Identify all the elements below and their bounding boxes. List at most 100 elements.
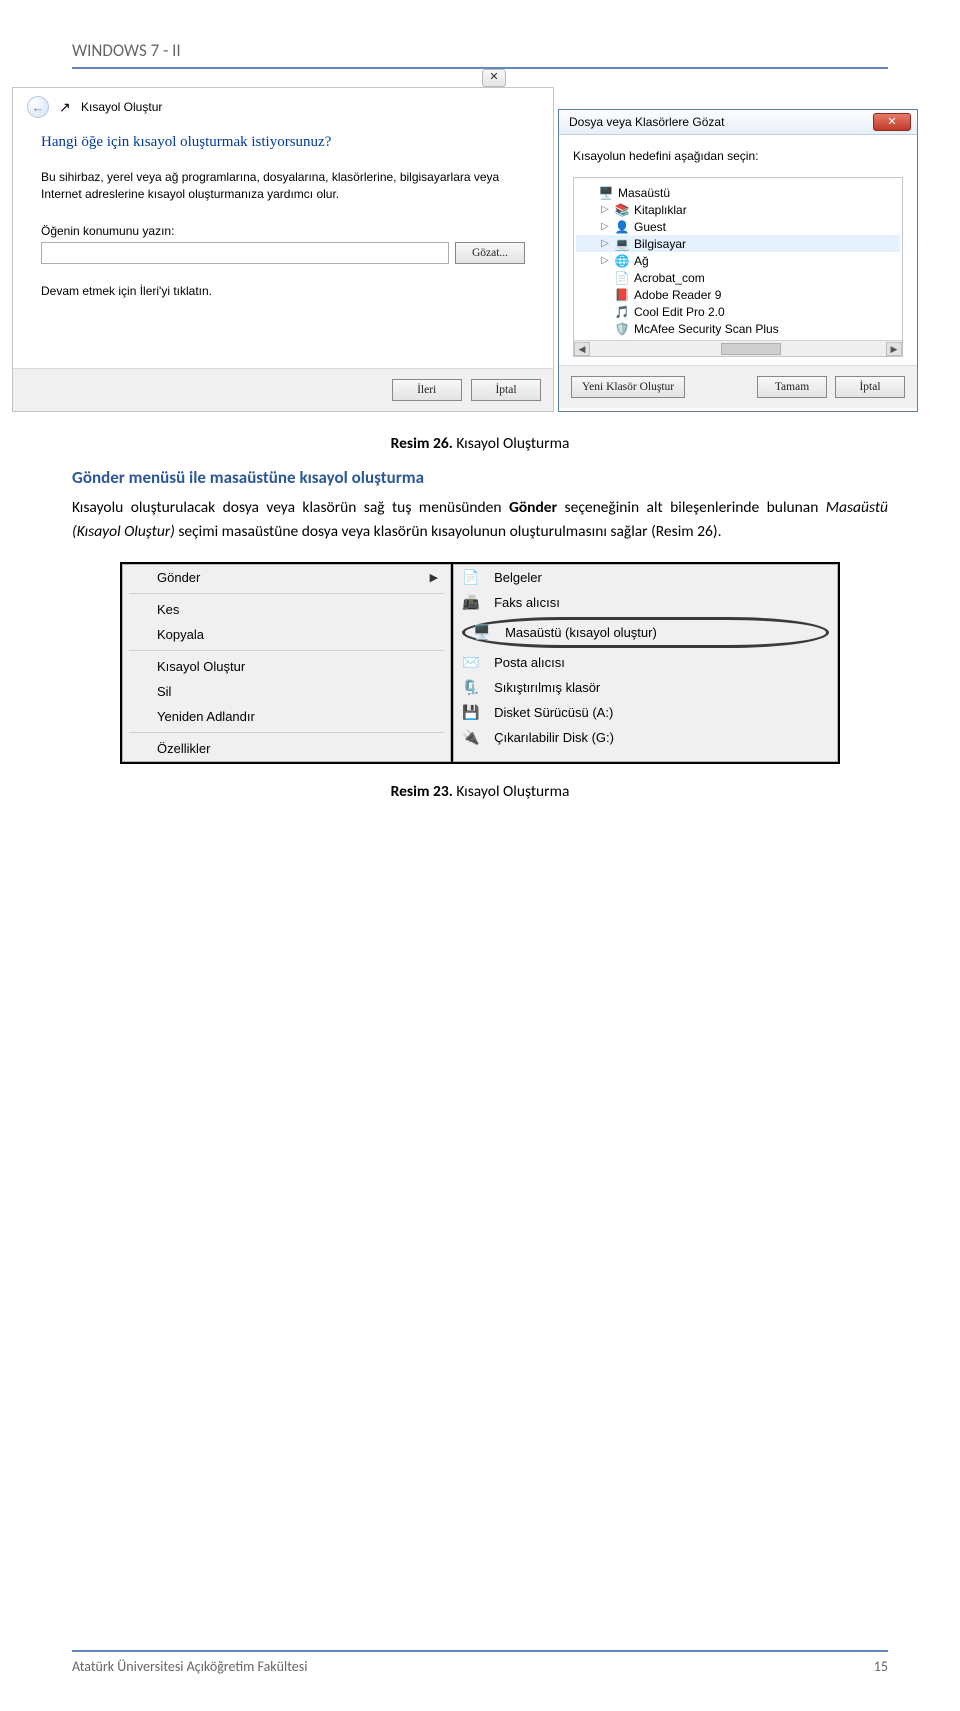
tree-twisty-icon[interactable]: ▷ — [600, 255, 610, 266]
tree-item[interactable]: 📄Acrobat_com — [576, 269, 900, 286]
context-menu-item[interactable]: Kısayol Oluştur — [123, 654, 450, 679]
tree-item-icon: 🛡️ — [614, 322, 630, 336]
menu-separator — [129, 732, 444, 733]
tree-item[interactable]: ▷ 📚 Kitaplıklar — [576, 201, 900, 218]
body-paragraph: Kısayolu oluşturulacak dosya veya klasör… — [72, 496, 888, 544]
menu-item-label: Kopyala — [157, 627, 204, 642]
menu-separator — [129, 650, 444, 651]
context-menu-item[interactable]: 📄Belgeler — [454, 565, 837, 590]
context-menu-item[interactable]: 🔌 Çıkarılabilir Disk (G:) — [454, 725, 837, 750]
menu-item-label: Gönder — [157, 570, 200, 585]
browse-dialog: Dosya veya Klasörlere Gözat ✕ Kısayolun … — [558, 109, 918, 412]
wizard-title: Kısayol Oluştur — [81, 100, 162, 114]
context-menu-item[interactable]: Kopyala — [123, 622, 450, 647]
close-icon[interactable]: ✕ — [873, 113, 911, 131]
context-menu-item[interactable]: ✉️ Posta alıcısı — [454, 650, 837, 675]
figure-row: ✕ ← ↗ Kısayol Oluştur Hangi öğe için kıs… — [12, 87, 948, 412]
menu-item-label: Yeniden Adlandır — [157, 709, 255, 724]
menu-item-icon: 🖥️ — [469, 620, 495, 645]
menu-separator — [129, 593, 444, 594]
tree-item-icon: 📚 — [614, 203, 630, 217]
shortcut-icon: ↗ — [59, 99, 75, 115]
menu-item-label: Kes — [157, 602, 179, 617]
menu-item-icon: 📄 — [458, 565, 484, 590]
menu-item-label: Disket Sürücüsü (A:) — [494, 705, 613, 720]
tree-item-icon: 👤 — [614, 220, 630, 234]
scroll-right-icon[interactable]: ▶ — [886, 342, 902, 356]
tree-item-label: Guest — [634, 220, 666, 234]
figure-caption: Resim 23. Kısayol Oluşturma — [72, 782, 888, 801]
tree-twisty-icon[interactable]: ▷ — [600, 238, 610, 249]
scroll-left-icon[interactable]: ◀ — [574, 342, 590, 356]
tree-item[interactable]: 🛡️ McAfee Security Scan Plus — [576, 320, 900, 337]
tree-twisty-icon[interactable]: ▷ — [600, 221, 610, 232]
browse-button[interactable]: Gözat... — [455, 242, 525, 264]
tree-item-label: Kitaplıklar — [634, 203, 687, 217]
menu-item-icon: ✉️ — [458, 650, 484, 675]
context-menu-item[interactable]: 🖥️ Masaüstü (kısayol oluştur) — [462, 617, 829, 648]
context-menu-left: Gönder ▶ Kes Kopyala Kısayol Oluştur Sil Yenid… — [122, 564, 451, 762]
tree-item-icon: 🎵 — [614, 305, 630, 319]
context-menu-item[interactable]: Gönder ▶ — [123, 565, 450, 590]
location-input[interactable] — [41, 242, 449, 264]
new-folder-button[interactable]: Yeni Klasör Oluştur — [571, 376, 685, 398]
tree-item-label: Ağ — [634, 254, 649, 268]
menu-item-label: Sıkıştırılmış klasör — [494, 680, 600, 695]
context-menu-item[interactable]: Özellikler — [123, 736, 450, 761]
menu-item-icon: 🗜️ — [458, 675, 484, 700]
tree-item-label: Adobe Reader 9 — [634, 288, 721, 302]
context-menu-item[interactable]: 🗜️ Sıkıştırılmış klasör — [454, 675, 837, 700]
tree-item-label: McAfee Security Scan Plus — [634, 322, 779, 336]
tree-item[interactable]: ▷ 🌐 Ağ — [576, 252, 900, 269]
menu-item-icon: 🔌 — [458, 725, 484, 750]
cancel-button[interactable]: İptal — [471, 379, 541, 401]
tree-item[interactable]: 🎵Cool Edit Pro 2.0 — [576, 303, 900, 320]
back-button[interactable]: ← — [27, 96, 49, 118]
menu-item-icon: 📠 — [458, 590, 484, 615]
tree-item[interactable]: 📕 Adobe Reader 9 — [576, 286, 900, 303]
wizard-description: Bu sihirbaz, yerel veya ağ programlarına… — [41, 169, 525, 204]
footer-left: Atatürk Üniversitesi Açıköğretim Fakülte… — [72, 1658, 307, 1675]
tree-item-label: Bilgisayar — [634, 237, 686, 251]
wizard-question: Hangi öğe için kısayol oluşturmak istiyo… — [41, 134, 525, 151]
menu-item-label: Kısayol Oluştur — [157, 659, 245, 674]
tree-twisty-icon[interactable]: ▷ — [600, 204, 610, 215]
menu-item-label: Özellikler — [157, 741, 210, 756]
context-menu-item[interactable]: Sil — [123, 679, 450, 704]
tree-item-icon: 🌐 — [614, 254, 630, 268]
submenu-arrow-icon: ▶ — [430, 571, 438, 584]
menu-item-label: Çıkarılabilir Disk (G:) — [494, 730, 614, 745]
folder-tree[interactable]: 🖥️Masaüstü ▷ 📚 Kitaplıklar ▷ 👤 Guest▷💻Bilgisay… — [573, 177, 903, 357]
tree-item-icon: 📕 — [614, 288, 630, 302]
context-menu-item[interactable]: Yeniden Adlandır — [123, 704, 450, 729]
close-icon[interactable]: ✕ — [482, 69, 506, 87]
ok-button[interactable]: Tamam — [757, 376, 827, 398]
tree-item-label: Masaüstü — [618, 186, 670, 200]
menu-item-label: Posta alıcısı — [494, 655, 565, 670]
scrollbar-horizontal[interactable]: ◀ ▶ — [574, 340, 902, 356]
scroll-thumb[interactable] — [721, 343, 781, 355]
context-menu-item[interactable]: 💾Disket Sürücüsü (A:) — [454, 700, 837, 725]
location-label: Öğenin konumunu yazın: — [41, 224, 525, 238]
tree-item[interactable]: ▷ 👤 Guest — [576, 218, 900, 235]
section-heading: Gönder menüsü ile masaüstüne kısayol olu… — [72, 467, 888, 488]
context-menu-item[interactable]: 📠Faks alıcısı — [454, 590, 837, 615]
browse-title: Dosya veya Klasörlere Gözat — [569, 115, 724, 129]
context-menu-right: 📄Belgeler📠Faks alıcısı 🖥️ Masaüstü (kısayo… — [453, 564, 838, 762]
create-shortcut-wizard: ← ↗ Kısayol Oluştur Hangi öğe için kısay… — [12, 87, 554, 412]
tree-item-icon: 📄 — [614, 271, 630, 285]
page-header: WINDOWS 7 - II — [72, 40, 888, 69]
menu-item-label: Masaüstü (kısayol oluştur) — [505, 625, 657, 640]
context-menu-figure: Gönder ▶ Kes Kopyala Kısayol Oluştur Sil Yenid… — [120, 562, 840, 764]
next-button[interactable]: İleri — [392, 379, 462, 401]
tree-item[interactable]: ▷💻Bilgisayar — [576, 235, 900, 252]
page-footer: Atatürk Üniversitesi Açıköğretim Fakülte… — [72, 1650, 888, 1675]
cancel-button[interactable]: İptal — [835, 376, 905, 398]
tree-item[interactable]: 🖥️Masaüstü — [576, 184, 900, 201]
page-number: 15 — [874, 1658, 888, 1675]
arrow-left-icon: ← — [32, 100, 45, 115]
context-menu-item[interactable]: Kes — [123, 597, 450, 622]
wizard-hint: Devam etmek için İleri'yi tıklatın. — [41, 284, 525, 298]
browse-prompt: Kısayolun hedefini aşağıdan seçin: — [573, 149, 903, 163]
figure-caption: Resim 26. Kısayol Oluşturma — [72, 434, 888, 453]
